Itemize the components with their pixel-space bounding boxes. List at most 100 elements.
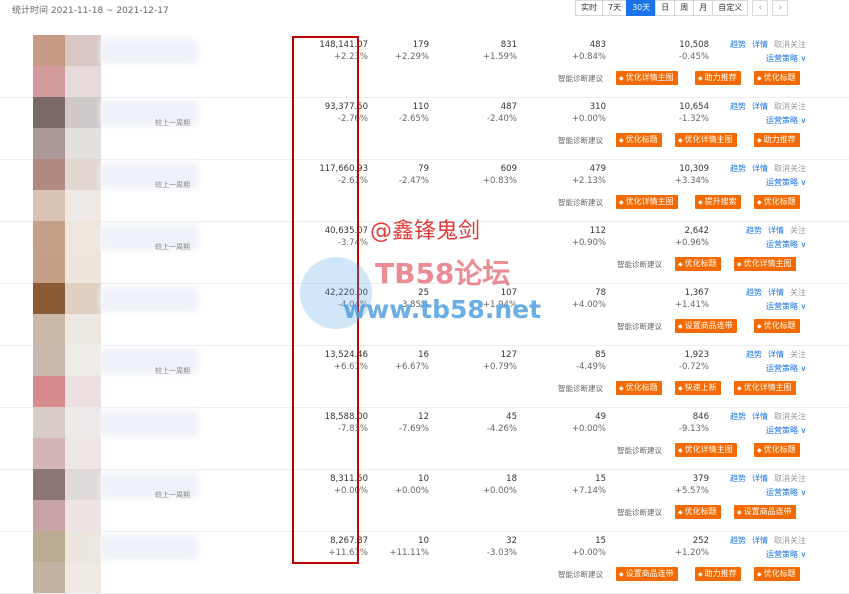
- suggestion-tag[interactable]: ◆ 优化标题: [675, 505, 721, 519]
- product-image[interactable]: [33, 314, 65, 345]
- range-button-realtime[interactable]: 实时: [575, 0, 603, 16]
- suggestion-tag[interactable]: ◆ 优化详情主图: [734, 381, 796, 395]
- unfollow-link[interactable]: 取消关注: [774, 40, 806, 49]
- strategy-dropdown[interactable]: 运营策略 ∨: [766, 301, 806, 312]
- suggestion-tag-label: 设置商品连带: [625, 569, 674, 578]
- product-image[interactable]: [33, 159, 65, 190]
- trend-link[interactable]: 趋势: [730, 474, 746, 483]
- range-button-day[interactable]: 日: [655, 0, 676, 16]
- strategy-dropdown[interactable]: 运营策略 ∨: [766, 363, 806, 374]
- range-button-month[interactable]: 月: [693, 0, 714, 16]
- detail-link[interactable]: 详情: [768, 350, 784, 359]
- trend-link[interactable]: 趋势: [746, 226, 762, 235]
- follow-link[interactable]: 关注: [790, 226, 806, 235]
- product-image[interactable]: [33, 500, 65, 531]
- unfollow-link[interactable]: 取消关注: [774, 164, 806, 173]
- suggestion-tag[interactable]: ◆ 优化标题: [754, 71, 800, 85]
- range-button-custom[interactable]: 自定义: [712, 0, 749, 16]
- suggestion-tag[interactable]: ◆ 优化标题: [754, 567, 800, 581]
- suggestion-tag[interactable]: ◆ 优化详情主图: [616, 195, 678, 209]
- suggestion-tag[interactable]: ◆ 优化标题: [754, 443, 800, 457]
- product-image[interactable]: [33, 66, 65, 97]
- unfollow-link[interactable]: 取消关注: [774, 536, 806, 545]
- chevron-right-icon[interactable]: ›: [772, 0, 789, 16]
- product-image[interactable]: [33, 376, 65, 407]
- detail-link[interactable]: 详情: [768, 226, 784, 235]
- detail-link[interactable]: 详情: [752, 102, 768, 111]
- suggestion-tag[interactable]: ◆ 设置商品连带: [675, 319, 737, 333]
- trend-link[interactable]: 趋势: [730, 412, 746, 421]
- detail-link[interactable]: 详情: [768, 288, 784, 297]
- follow-link[interactable]: 关注: [790, 350, 806, 359]
- strategy-dropdown[interactable]: 运营策略 ∨: [766, 487, 806, 498]
- metric-change: +4.00%: [571, 300, 606, 310]
- detail-link[interactable]: 详情: [752, 164, 768, 173]
- product-image[interactable]: [33, 128, 65, 159]
- unfollow-link[interactable]: 取消关注: [774, 412, 806, 421]
- product-image: [65, 531, 101, 562]
- metric-change: +0.00%: [482, 486, 517, 496]
- product-image[interactable]: [33, 531, 65, 562]
- suggestion-tag[interactable]: ◆ 优化标题: [675, 257, 721, 271]
- suggestion-tag[interactable]: ◆ 优化详情主图: [675, 133, 737, 147]
- strategy-dropdown[interactable]: 运营策略 ∨: [766, 425, 806, 436]
- metric-change: +5.57%: [674, 486, 709, 496]
- product-image[interactable]: [33, 252, 65, 283]
- watermark-handle: @鑫锋鬼剑: [370, 219, 481, 244]
- strategy-dropdown[interactable]: 运营策略 ∨: [766, 549, 806, 560]
- unfollow-link[interactable]: 取消关注: [774, 474, 806, 483]
- shield-icon: ◆: [698, 75, 703, 82]
- range-button-7d[interactable]: 7天: [602, 0, 628, 16]
- row-actions: 趋势 详情 取消关注: [730, 39, 806, 50]
- suggestion-tag[interactable]: ◆ 优化详情主图: [616, 71, 678, 85]
- suggestion-tag[interactable]: ◆ 设置商品连带: [734, 505, 796, 519]
- detail-link[interactable]: 详情: [752, 536, 768, 545]
- suggestion-tag[interactable]: ◆ 快速上新: [675, 381, 721, 395]
- suggestion-tag[interactable]: ◆ 助力推荐: [754, 133, 800, 147]
- suggestion-tag[interactable]: ◆ 优化详情主图: [675, 443, 737, 457]
- strategy-dropdown[interactable]: 运营策略 ∨: [766, 177, 806, 188]
- trend-link[interactable]: 趋势: [746, 288, 762, 297]
- product-image[interactable]: [33, 221, 65, 252]
- suggestion-tag[interactable]: ◆ 优化详情主图: [734, 257, 796, 271]
- product-image[interactable]: [33, 97, 65, 128]
- metric-change: +3.34%: [674, 176, 709, 186]
- trend-link[interactable]: 趋势: [730, 102, 746, 111]
- product-image[interactable]: [33, 345, 65, 376]
- suggestion-tag[interactable]: ◆ 助力推荐: [695, 567, 741, 581]
- suggestion-tag[interactable]: ◆ 优化标题: [616, 133, 662, 147]
- product-image[interactable]: [33, 407, 65, 438]
- trend-link[interactable]: 趋势: [746, 350, 762, 359]
- chevron-left-icon[interactable]: ‹: [752, 0, 769, 16]
- strategy-dropdown[interactable]: 运营策略 ∨: [766, 115, 806, 126]
- product-image[interactable]: [33, 190, 65, 221]
- detail-link[interactable]: 详情: [752, 474, 768, 483]
- product-image: [65, 97, 101, 128]
- trend-link[interactable]: 趋势: [730, 536, 746, 545]
- detail-link[interactable]: 详情: [752, 40, 768, 49]
- trend-link[interactable]: 趋势: [730, 40, 746, 49]
- product-image[interactable]: [33, 35, 65, 66]
- strategy-dropdown[interactable]: 运营策略 ∨: [766, 53, 806, 64]
- range-button-30d[interactable]: 30天: [626, 0, 657, 16]
- trend-link[interactable]: 趋势: [730, 164, 746, 173]
- product-image[interactable]: [33, 469, 65, 500]
- suggestion-tag[interactable]: ◆ 设置商品连带: [616, 567, 678, 581]
- product-image[interactable]: [33, 562, 65, 593]
- follow-link[interactable]: 关注: [790, 288, 806, 297]
- product-image[interactable]: [33, 283, 65, 314]
- range-button-week[interactable]: 周: [674, 0, 695, 16]
- unfollow-link[interactable]: 取消关注: [774, 102, 806, 111]
- suggestion-tag[interactable]: ◆ 提升搜索: [695, 195, 741, 209]
- strategy-dropdown[interactable]: 运营策略 ∨: [766, 239, 806, 250]
- metric-change: -0.45%: [678, 52, 709, 62]
- suggestion-tag[interactable]: ◆ 助力推荐: [695, 71, 741, 85]
- detail-link[interactable]: 详情: [752, 412, 768, 421]
- metric-change: +2.13%: [571, 176, 606, 186]
- suggestion-tag[interactable]: ◆ 优化标题: [616, 381, 662, 395]
- suggestion-tag[interactable]: ◆ 优化标题: [754, 195, 800, 209]
- product-image[interactable]: [33, 438, 65, 469]
- metric-value: 479: [589, 164, 606, 174]
- suggestion-tag[interactable]: ◆ 优化标题: [754, 319, 800, 333]
- metric-cell-col4: 15 +7.14%: [572, 473, 606, 497]
